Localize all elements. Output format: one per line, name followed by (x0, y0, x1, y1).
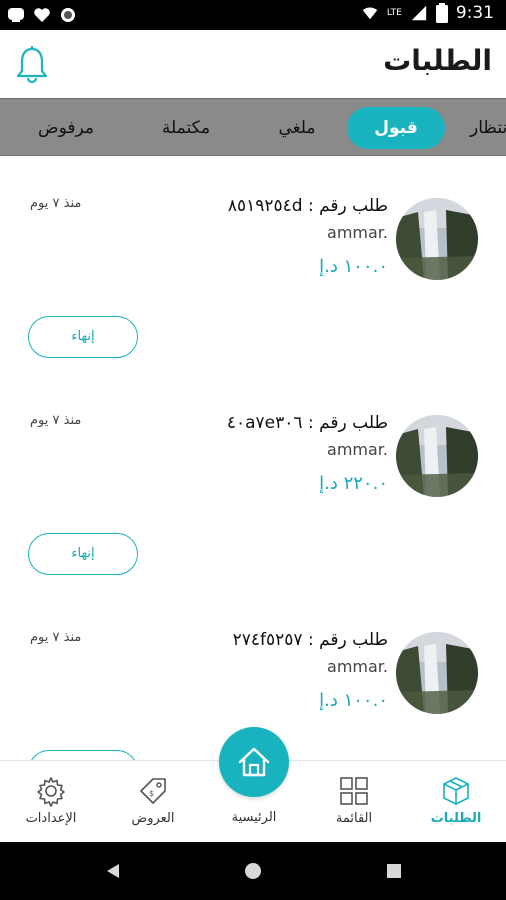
nav-offers-label: العروض (131, 811, 175, 826)
nav-settings[interactable]: الإعدادات (6, 775, 96, 826)
order-customer: ammar. (327, 223, 388, 242)
finish-order-button[interactable]: إنهاء (28, 533, 138, 575)
network-label: LTE (386, 8, 402, 18)
nav-offers[interactable]: $ العروض (108, 775, 198, 826)
order-customer: ammar. (327, 657, 388, 676)
grid-icon (340, 777, 368, 805)
nav-orders[interactable]: الطلبات (411, 775, 501, 826)
order-avatar (396, 415, 478, 497)
system-navigation-bar (0, 842, 506, 900)
notification-icon (8, 8, 24, 22)
battery-icon (435, 3, 448, 23)
tab-completed[interactable]: مكتملة (146, 107, 226, 149)
order-avatar (396, 632, 478, 714)
wifi-icon (362, 7, 378, 20)
bell-icon[interactable] (14, 44, 50, 84)
order-number: طلب رقم : ٢٧٤f٥٢٥٧ (232, 630, 388, 650)
order-card[interactable]: طلب رقم : ٤٠a٧e٣٠٦ ammar. ٢٢٠.٠ د.إ منذ … (0, 385, 506, 602)
nav-home-label: الرئيسية (231, 810, 277, 825)
order-time: منذ ٧ يوم (30, 413, 82, 428)
signal-icon (411, 5, 427, 21)
nav-menu[interactable]: القائمة (309, 775, 399, 826)
tab-cancelled[interactable]: ملغي (262, 107, 332, 149)
page-title: الطلبات (383, 44, 492, 77)
home-circle-icon[interactable] (244, 862, 262, 880)
gear-icon (37, 777, 65, 807)
status-bar: LTE 9:31 (0, 0, 506, 30)
nav-menu-label: القائمة (335, 811, 373, 826)
order-price: ١٠٠.٠ د.إ (319, 690, 388, 711)
recents-icon[interactable] (385, 862, 403, 880)
order-card[interactable]: طلب رقم : ٨٥١٩٢٥٤d ammar. ١٠٠.٠ د.إ منذ … (0, 168, 506, 385)
heart-icon (34, 8, 50, 22)
order-price: ٢٢٠.٠ د.إ (319, 473, 388, 494)
tab-pending[interactable]: انتظار (470, 107, 506, 149)
order-time: منذ ٧ يوم (30, 196, 82, 211)
order-number: طلب رقم : ٨٥١٩٢٥٤d (227, 196, 388, 216)
order-price: ١٠٠.٠ د.إ (319, 256, 388, 277)
tab-rejected[interactable]: مرفوض (26, 107, 106, 149)
price-tag-icon: $ (140, 778, 166, 804)
order-avatar (396, 198, 478, 280)
svg-text:$: $ (149, 789, 154, 798)
record-icon (61, 8, 75, 22)
finish-order-button[interactable]: إنهاء (28, 316, 138, 358)
home-icon (238, 747, 270, 777)
order-time: منذ ٧ يوم (30, 630, 82, 645)
nav-orders-label: الطلبات (430, 811, 482, 826)
order-customer: ammar. (327, 440, 388, 459)
status-tabs: مرفوض مكتملة ملغي قبول انتظار (0, 98, 506, 156)
tab-accepted[interactable]: قبول (347, 107, 445, 149)
order-number: طلب رقم : ٤٠a٧e٣٠٦ (226, 413, 388, 433)
box-icon (443, 777, 469, 805)
home-button[interactable] (219, 727, 289, 797)
nav-settings-label: الإعدادات (25, 811, 77, 826)
status-time: 9:31 (455, 3, 494, 23)
app-header: الطلبات (0, 30, 506, 98)
back-icon[interactable] (104, 862, 122, 880)
